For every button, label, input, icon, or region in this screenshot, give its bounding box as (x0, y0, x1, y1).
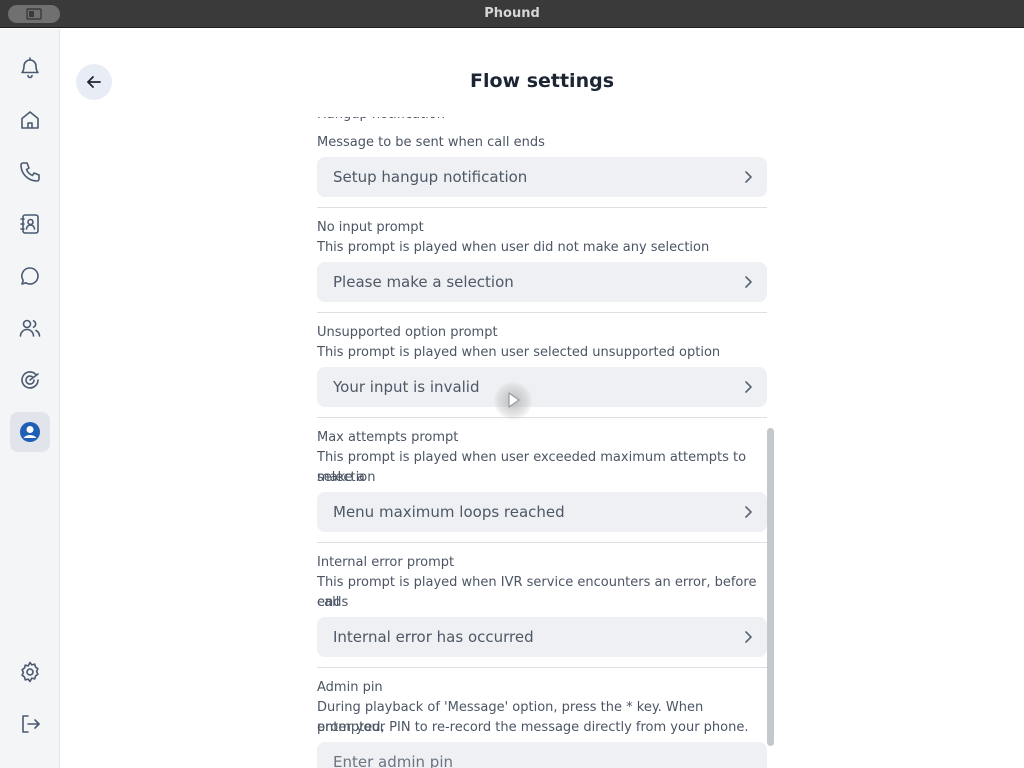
hangup-label-cut: Hangup notification (317, 117, 445, 125)
hangup-notification-field[interactable]: Setup hangup notification (317, 157, 767, 197)
hangup-description: Message to be sent when call ends (317, 135, 545, 150)
phone-icon (20, 162, 40, 182)
divider (317, 207, 767, 208)
internal-error-label: Internal error prompt (317, 555, 455, 570)
no-input-label: No input prompt (317, 220, 424, 235)
cursor-icon (508, 392, 520, 408)
max-attempts-label: Max attempts prompt (317, 430, 459, 445)
bell-icon (21, 57, 39, 79)
max-attempts-value: Menu maximum loops reached (333, 503, 565, 521)
chevron-right-icon (745, 276, 752, 288)
unsupported-description: This prompt is played when user selected… (317, 345, 721, 360)
logout-icon (22, 715, 40, 733)
nav-account[interactable] (10, 412, 50, 452)
internal-error-value: Internal error has occurred (333, 628, 534, 646)
no-input-description: This prompt is played when user did not … (317, 240, 710, 255)
nav-messages[interactable] (10, 256, 50, 296)
nav-flows[interactable] (10, 360, 50, 400)
window-titlebar: Phound (0, 0, 1024, 28)
max-attempts-field[interactable]: Menu maximum loops reached (317, 492, 767, 532)
unsupported-option-field[interactable]: Your input is invalid (317, 367, 767, 407)
contacts-icon (20, 214, 39, 234)
internal-error-field[interactable]: Internal error has occurred (317, 617, 767, 657)
no-input-prompt-field[interactable]: Please make a selection (317, 262, 767, 302)
divider (317, 667, 767, 668)
unsupported-label: Unsupported option prompt (317, 325, 498, 340)
admin-pin-input[interactable]: Enter admin pin (317, 742, 767, 768)
unsupported-option-value: Your input is invalid (333, 378, 480, 396)
scrollbar-thumb[interactable] (767, 428, 774, 746)
nav-settings[interactable] (10, 652, 50, 692)
chat-icon (21, 267, 39, 285)
window-title: Phound (484, 6, 540, 21)
chevron-right-icon (745, 171, 752, 183)
admin-pin-label: Admin pin (317, 680, 383, 695)
nav-team[interactable] (10, 308, 50, 348)
divider (317, 417, 767, 418)
divider (317, 542, 767, 543)
admin-pin-description-line2: enter your PIN to re-record the message … (317, 720, 749, 735)
nav-notifications[interactable] (10, 48, 50, 88)
chevron-right-icon (745, 381, 752, 393)
users-icon (19, 319, 41, 337)
flow-icon (21, 371, 39, 389)
internal-error-description-line2: ends (317, 595, 349, 610)
chevron-right-icon (745, 631, 752, 643)
home-icon (21, 111, 39, 129)
max-attempts-description-line2: selection (317, 470, 376, 485)
chevron-right-icon (745, 506, 752, 518)
hangup-notification-value: Setup hangup notification (333, 168, 528, 186)
no-input-prompt-value: Please make a selection (333, 273, 514, 291)
settings-list[interactable]: Hangup notification Message to be sent w… (317, 117, 767, 768)
admin-pin-placeholder: Enter admin pin (333, 753, 453, 768)
page-title: Flow settings (469, 70, 615, 92)
divider (317, 312, 767, 313)
gear-icon (21, 661, 39, 683)
nav-home[interactable] (10, 100, 50, 140)
mouse-cursor (494, 382, 532, 420)
nav-logout[interactable] (10, 704, 50, 744)
sidebar (0, 29, 60, 768)
account-icon (20, 422, 40, 442)
nav-contacts[interactable] (10, 204, 50, 244)
nav-calls[interactable] (10, 152, 50, 192)
